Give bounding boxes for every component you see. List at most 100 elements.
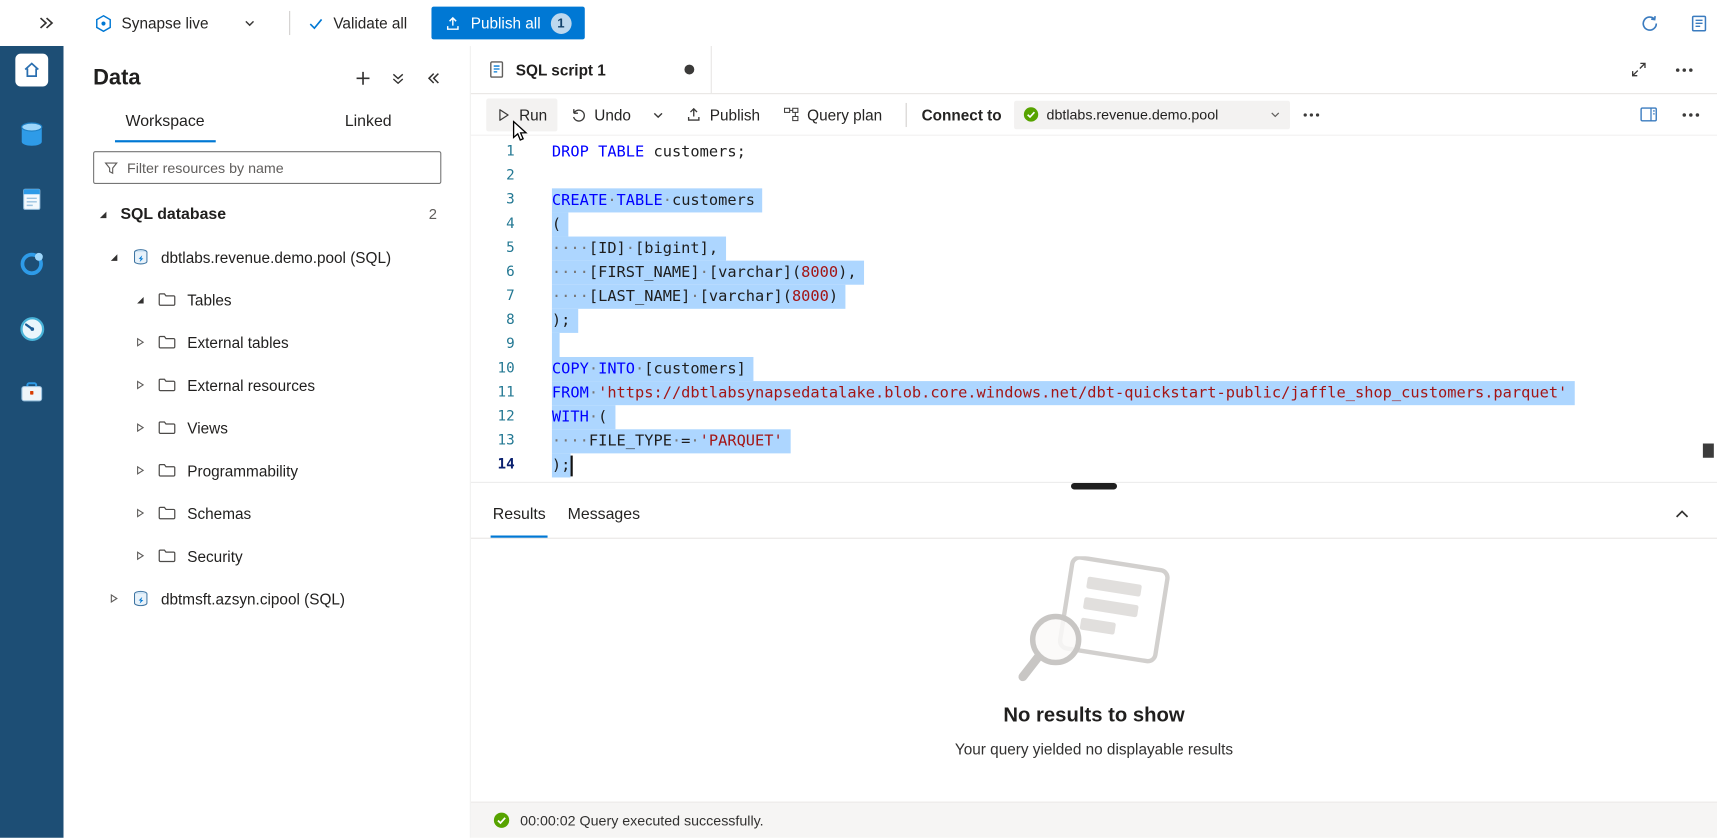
nav-manage[interactable]	[0, 376, 64, 411]
caret-expanded-icon[interactable]	[107, 251, 121, 263]
nav-data[interactable]	[0, 117, 64, 152]
code-line[interactable]: 9	[471, 333, 1717, 357]
nav-develop[interactable]	[0, 182, 64, 217]
tree-item[interactable]: External tables	[64, 321, 470, 364]
code-line[interactable]: 4 (	[471, 212, 1717, 236]
undo-button[interactable]: Undo	[560, 98, 640, 131]
line-number[interactable]: 2	[471, 164, 515, 188]
caret-collapsed-icon[interactable]	[134, 507, 148, 519]
undo-dropdown-icon[interactable]	[644, 98, 672, 131]
toolbar-more-icon[interactable]	[1293, 98, 1329, 131]
code-line[interactable]: 11 FROM·'https://dbtlabsynapsedatalake.b…	[471, 381, 1717, 405]
code-line[interactable]: 14 );	[471, 453, 1717, 477]
tab-linked[interactable]: Linked	[267, 104, 470, 142]
run-button[interactable]: Run	[486, 98, 557, 131]
line-number[interactable]: 14	[471, 453, 515, 477]
line-number[interactable]: 11	[471, 381, 515, 405]
caret-collapsed-icon[interactable]	[134, 464, 148, 476]
line-number[interactable]: 13	[471, 429, 515, 453]
refresh-icon[interactable]	[1640, 14, 1659, 33]
code-line[interactable]: 5 ····[ID]·[bigint],	[471, 237, 1717, 261]
pool-select[interactable]: dbtlabs.revenue.demo.pool	[1014, 100, 1290, 128]
caret-collapsed-icon[interactable]	[134, 422, 148, 434]
resource-tree: SQL database 2 dbtlabs.revenue.demo.pool…	[64, 193, 470, 620]
tree-item-label: Programmability	[187, 462, 298, 480]
selection-highlight: CREATE·TABLE·customers	[552, 188, 763, 212]
tree-item[interactable]: dbtlabs.revenue.demo.pool (SQL)	[64, 235, 470, 278]
publish-count-badge: 1	[550, 13, 571, 34]
tree-item[interactable]: Schemas	[64, 492, 470, 535]
code-lines: 1 DROP TABLE customers; 2 3 CREATE·TABLE…	[471, 140, 1717, 477]
tab-messages[interactable]: Messages	[557, 491, 651, 538]
folder-icon	[158, 333, 178, 352]
home-icon	[15, 54, 48, 87]
line-number[interactable]: 12	[471, 405, 515, 429]
line-number[interactable]: 7	[471, 285, 515, 309]
properties-panel-icon[interactable]	[1639, 105, 1658, 124]
line-number[interactable]: 8	[471, 309, 515, 333]
collapse-all-icon[interactable]	[390, 70, 406, 86]
filter-input[interactable]	[127, 159, 430, 175]
tree-item[interactable]: Security	[64, 534, 470, 577]
publish-button[interactable]: Publish	[676, 98, 770, 131]
tab-sql-script-1[interactable]: SQL script 1	[471, 46, 712, 93]
caret-expanded-icon[interactable]	[134, 293, 148, 305]
add-resource-icon[interactable]	[355, 70, 371, 86]
tree-item[interactable]: Programmability	[64, 449, 470, 492]
caret-collapsed-icon[interactable]	[107, 592, 121, 604]
status-bar: 00:00:02 Query executed successfully.	[471, 802, 1717, 838]
code-line[interactable]: 13 ····FILE_TYPE·=·'PARQUET'	[471, 429, 1717, 453]
more-actions-icon[interactable]	[1676, 67, 1694, 71]
notifications-icon[interactable]	[1690, 14, 1709, 33]
unsaved-dot-icon	[684, 65, 694, 75]
tree-item[interactable]: SQL database 2	[64, 193, 470, 236]
collapse-results-icon[interactable]	[1673, 505, 1691, 523]
line-number[interactable]: 4	[471, 212, 515, 236]
line-number[interactable]: 10	[471, 357, 515, 381]
code-line[interactable]: 8 );	[471, 309, 1717, 333]
query-plan-button[interactable]: Query plan	[773, 98, 892, 131]
toolbar-right-more-icon[interactable]	[1682, 112, 1700, 116]
tree-item[interactable]: dbtmsft.azsyn.cipool (SQL)	[64, 577, 470, 620]
tree-item[interactable]: External resources	[64, 364, 470, 407]
code-line[interactable]: 10 COPY·INTO·[customers]	[471, 357, 1717, 381]
selection-highlight: );	[552, 453, 570, 477]
caret-collapsed-icon[interactable]	[134, 379, 148, 391]
code-line[interactable]: 3 CREATE·TABLE·customers	[471, 188, 1717, 212]
caret-collapsed-icon[interactable]	[134, 550, 148, 562]
line-number[interactable]: 6	[471, 261, 515, 285]
code-editor[interactable]: 1 DROP TABLE customers; 2 3 CREATE·TABLE…	[471, 136, 1717, 482]
code-line[interactable]: 2	[471, 164, 1717, 188]
code-line[interactable]: 6 ····[FIRST_NAME]·[varchar](8000),	[471, 261, 1717, 285]
tab-results[interactable]: Results	[482, 491, 557, 538]
validate-all-button[interactable]: Validate all	[308, 14, 407, 32]
panel-splitter[interactable]	[471, 482, 1717, 491]
line-number[interactable]: 1	[471, 140, 515, 164]
mode-switcher[interactable]: Synapse live	[94, 14, 257, 33]
nav-monitor[interactable]	[0, 311, 64, 346]
tab-workspace[interactable]: Workspace	[64, 104, 267, 142]
code-line[interactable]: 1 DROP TABLE customers;	[471, 140, 1717, 164]
panel-resize-handle[interactable]	[1071, 483, 1117, 490]
collapse-panel-icon[interactable]	[425, 70, 441, 86]
code-text: DROP TABLE customers;	[552, 140, 746, 164]
tree-item[interactable]: Tables	[64, 278, 470, 321]
nav-integrate[interactable]	[0, 246, 64, 281]
caret-expanded-icon[interactable]	[96, 208, 110, 220]
publish-all-button[interactable]: Publish all 1	[431, 7, 584, 40]
publish-all-label: Publish all	[471, 14, 541, 32]
caret-collapsed-icon[interactable]	[134, 336, 148, 348]
nav-home[interactable]	[0, 53, 64, 88]
line-number[interactable]: 9	[471, 333, 515, 357]
code-line[interactable]: 12 WITH·(	[471, 405, 1717, 429]
top-bar: Synapse live Validate all Publish all 1	[0, 0, 1717, 46]
expand-apps-icon[interactable]	[37, 14, 55, 32]
line-number[interactable]: 5	[471, 237, 515, 261]
expand-editor-icon[interactable]	[1631, 61, 1647, 77]
overview-ruler-marker[interactable]	[1703, 444, 1714, 458]
integrate-pipeline-icon	[18, 250, 46, 278]
tree-item[interactable]: Views	[64, 406, 470, 449]
status-message: 00:00:02 Query executed successfully.	[520, 812, 763, 828]
line-number[interactable]: 3	[471, 188, 515, 212]
code-line[interactable]: 7 ····[LAST_NAME]·[varchar](8000)	[471, 285, 1717, 309]
